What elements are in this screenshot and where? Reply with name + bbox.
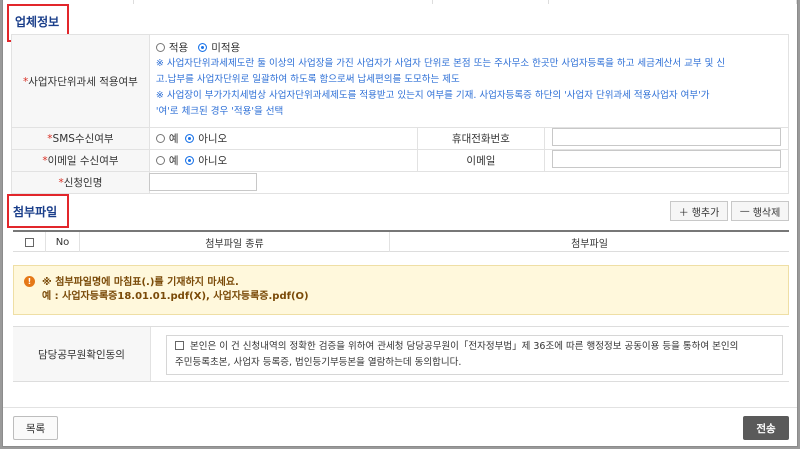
- unit-tax-apply-radio[interactable]: [155, 43, 165, 52]
- warning-line-1: ※ 첨부파일명에 마침표(.)를 기재하지 마세요.: [42, 277, 239, 288]
- unit-tax-radio-group: 적용 미적용: [155, 40, 782, 56]
- unit-tax-not-apply-radio[interactable]: [198, 43, 208, 52]
- sms-no-radio[interactable]: [185, 134, 195, 143]
- unit-tax-note-2b: '여'로 체크된 경우 '적용'을 선택: [155, 106, 284, 117]
- email-yes-label: 예: [168, 155, 179, 167]
- minus-icon: —: [739, 205, 750, 217]
- applicant-label: *신청인명: [11, 171, 150, 194]
- delete-row-button[interactable]: — 행삭제: [731, 201, 789, 221]
- unit-tax-note-1b: 고.납부를 사업자단위로 일괄하여 하도록 함으로써 납세편의를 도모하는 제도: [155, 74, 460, 85]
- consent-checkbox[interactable]: [175, 341, 184, 350]
- email-yes-radio[interactable]: [155, 156, 165, 165]
- send-button[interactable]: 전송: [743, 416, 789, 440]
- unit-tax-field: 적용 미적용 ※ 사업자단위과세제도란 둘 이상의 사업장을 가진 사업자가 사…: [148, 34, 790, 128]
- consent-label: 담당공무원확인동의: [13, 327, 151, 381]
- highlight-attachment-title: [7, 194, 69, 228]
- email-no-label: 아니오: [198, 155, 228, 167]
- email-no-radio[interactable]: [185, 156, 195, 165]
- sms-label: *SMS수신여부: [11, 127, 150, 150]
- col-no: No: [46, 232, 80, 252]
- sms-radio-group: 예 아니오: [148, 127, 418, 150]
- applicant-input[interactable]: [149, 173, 257, 191]
- exclamation-icon: !: [24, 276, 35, 287]
- select-all-cell: [13, 232, 46, 252]
- unit-tax-note-1a: ※ 사업자단위과세제도란 둘 이상의 사업장을 가진 사업자가 사업자 단위로 …: [155, 58, 726, 69]
- unit-tax-apply-label: 적용: [168, 42, 189, 54]
- plus-icon: ＋: [678, 207, 689, 219]
- company-form-table: *사업자단위과세 적용여부 적용 미적용 ※ 사업자단위과세제도란 둘 이상의 …: [11, 34, 790, 194]
- unit-tax-label: *사업자단위과세 적용여부: [11, 34, 150, 128]
- warning-line-2: 예 : 사업자등록증18.01.01.pdf(X), 사업자등록증.pdf(O): [42, 291, 309, 302]
- email-input[interactable]: [552, 150, 781, 168]
- consent-row: 담당공무원확인동의 본인은 이 건 신청내역의 정확한 검증을 위하여 관세청 …: [13, 326, 789, 382]
- unit-tax-note-2a: ※ 사업장이 부가가치세법상 사업자단위과세제도를 적용받고 있는지 여부를 기…: [155, 90, 710, 101]
- sms-yes-label: 예: [168, 133, 179, 145]
- email-consent-label: *이메일 수신여부: [11, 149, 150, 172]
- consent-box: 본인은 이 건 신청내역의 정확한 검증을 위하여 관세청 담당공무원이「전자정…: [166, 335, 783, 375]
- add-row-button[interactable]: ＋ 행추가: [670, 201, 728, 221]
- email-label: 이메일: [416, 149, 546, 172]
- attachment-warning: ! ※ 첨부파일명에 마침표(.)를 기재하지 마세요. 예 : 사업자등록증1…: [13, 265, 789, 315]
- attachment-table-header: No 첨부파일 종류 첨부파일: [13, 230, 789, 252]
- col-attachment-type: 첨부파일 종류: [80, 232, 390, 252]
- form-page: 업체정보 *사업자단위과세 적용여부 적용 미적용 ※ 사업자단위과세제도란 둘…: [2, 0, 798, 447]
- col-attachment-file: 첨부파일: [571, 238, 608, 250]
- warning-text: ※ 첨부파일명에 마침표(.)를 기재하지 마세요. 예 : 사업자등록증18.…: [42, 276, 309, 304]
- unit-tax-not-apply-label: 미적용: [211, 42, 241, 54]
- mobile-label: 휴대전화번호: [416, 127, 546, 150]
- select-all-checkbox[interactable]: [24, 237, 34, 247]
- consent-text-1: 본인은 이 건 신청내역의 정확한 검증을 위하여 관세청 담당공무원이「전자정…: [190, 341, 739, 352]
- sms-yes-radio[interactable]: [155, 134, 165, 143]
- list-button[interactable]: 목록: [13, 416, 58, 440]
- sms-no-label: 아니오: [198, 133, 228, 145]
- mobile-input[interactable]: [552, 128, 781, 146]
- bottom-divider: [3, 407, 797, 408]
- consent-text-2: 주민등록초본, 사업자 등록증, 법인등기부등본을 열람하는데 동의합니다.: [175, 357, 462, 368]
- top-scroll-edge: [3, 0, 797, 4]
- email-consent-radio-group: 예 아니오: [148, 149, 418, 172]
